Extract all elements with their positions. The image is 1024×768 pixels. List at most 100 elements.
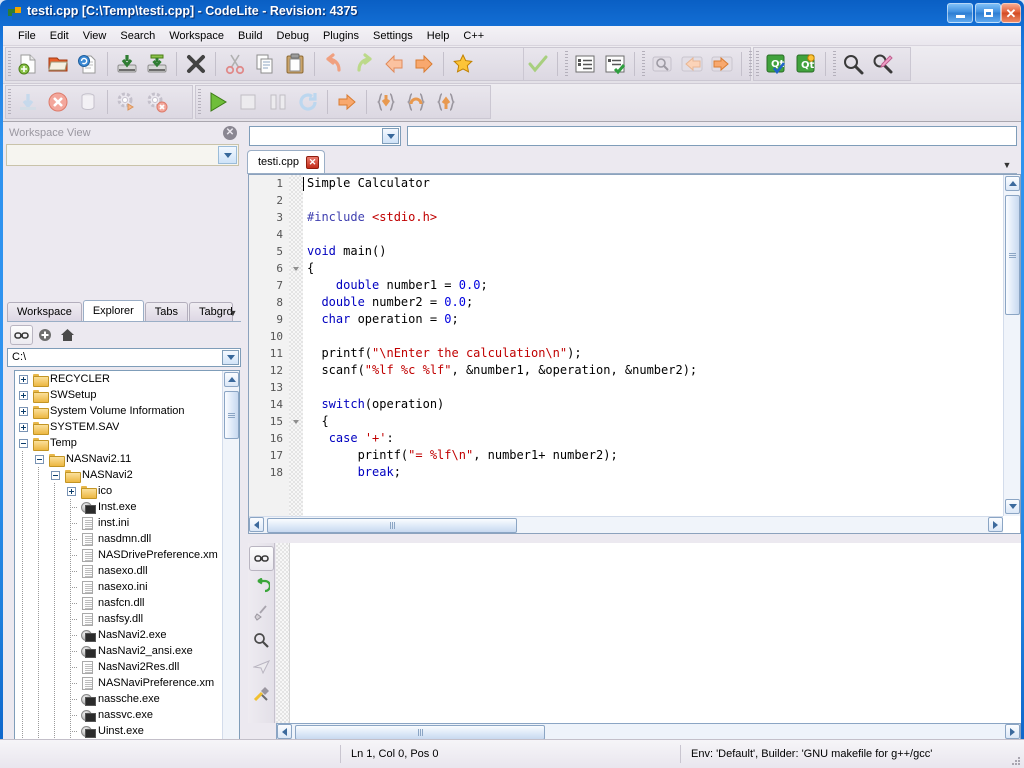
scroll-thumb[interactable] [224,391,239,439]
editor-vertical-scrollbar[interactable] [1003,175,1020,516]
menu-debug[interactable]: Debug [270,28,316,44]
file-tree[interactable]: RECYCLER SWSetup System Volume Information… [14,370,240,768]
run-debug-icon[interactable] [203,86,233,118]
cancel-icon[interactable] [43,86,73,118]
scroll-left-arrow[interactable] [249,517,264,532]
code-line[interactable] [303,379,1003,396]
tree-collapse-icon[interactable] [47,467,63,483]
tree-vertical-scrollbar[interactable] [222,371,239,768]
tree-expand-icon[interactable] [15,403,31,419]
menu-build[interactable]: Build [231,28,269,44]
tree-item[interactable]: SYSTEM.SAV [15,419,223,435]
search-replace-icon[interactable] [868,48,898,80]
scroll-thumb[interactable] [267,518,517,533]
scroll-right-arrow[interactable] [1005,724,1020,739]
restart-debug-icon[interactable] [293,86,323,118]
editor-tab-testi-cpp[interactable]: testi.cpp ✕ [247,150,325,173]
toolbar-gripper[interactable] [195,87,203,117]
tree-item[interactable]: NasNavi2Res.dll [15,659,223,675]
bookmark-star-icon[interactable] [448,48,478,80]
tree-item[interactable]: nassvc.exe [15,707,223,723]
check-icon[interactable] [523,48,553,80]
qt-new-icon[interactable]: Qt [791,48,821,80]
find-next-icon[interactable] [707,48,737,80]
tree-item[interactable]: nasfcn.dll [15,595,223,611]
menu-help[interactable]: Help [420,28,457,44]
path-combo[interactable]: C:\ [7,348,241,367]
scroll-up-arrow[interactable] [224,372,239,387]
editor-horizontal-scrollbar[interactable] [249,516,1003,533]
code-line[interactable]: scanf("%lf %c %lf", &number1, &operation… [303,362,1003,379]
tree-collapse-icon[interactable] [15,435,31,451]
search-magnifier-icon[interactable] [838,48,868,80]
tree-item[interactable]: NASNavi2 [15,467,223,483]
download-icon[interactable] [13,86,43,118]
code-line[interactable]: #include <stdio.h> [303,209,1003,226]
menu-settings[interactable]: Settings [366,28,420,44]
pause-debug-icon[interactable] [263,86,293,118]
next-line-icon[interactable] [332,86,362,118]
workspace-view-close-icon[interactable]: ✕ [223,126,237,140]
tree-item[interactable]: nasdmn.dll [15,531,223,547]
tab-overflow-icon[interactable]: ▼ [225,308,241,318]
tree-item[interactable]: NASNaviPreference.xm [15,675,223,691]
open-file-icon[interactable] [43,48,73,80]
code-line[interactable]: void main() [303,243,1003,260]
stop-debug-icon[interactable] [233,86,263,118]
menu-plugins[interactable]: Plugins [316,28,366,44]
menu-search[interactable]: Search [113,28,162,44]
paper-plane-icon[interactable] [249,654,274,679]
scroll-right-arrow[interactable] [988,517,1003,532]
quick-find-combo[interactable] [249,126,401,146]
link-icon[interactable] [248,546,274,571]
scroll-thumb[interactable] [295,725,545,740]
qt-check-icon[interactable]: Qt [761,48,791,80]
link-editor-icon[interactable] [10,325,33,345]
close-button[interactable]: ✕ [1001,3,1021,23]
tab-workspace[interactable]: Workspace [7,302,82,321]
tab-tabs[interactable]: Tabs [144,302,189,321]
maximize-button[interactable] [975,3,1001,23]
copy-icon[interactable] [250,48,280,80]
tree-item[interactable]: SWSetup [15,387,223,403]
step-into-icon[interactable] [371,86,401,118]
code-line[interactable]: char operation = 0; [303,311,1003,328]
tree-expand-icon[interactable] [15,419,31,435]
build-settings-icon[interactable] [112,86,142,118]
step-out-icon[interactable] [431,86,461,118]
toolbar-gripper[interactable] [753,49,761,79]
menu-edit[interactable]: Edit [43,28,76,44]
hammer-tools-icon[interactable] [249,681,274,706]
tree-expand-icon[interactable] [15,387,31,403]
redo-icon[interactable] [349,48,379,80]
find-icon[interactable] [647,48,677,80]
scroll-down-arrow[interactable] [1005,499,1020,514]
list-icon[interactable] [570,48,600,80]
scroll-left-arrow[interactable] [277,724,292,739]
tree-expand-icon[interactable] [63,483,79,499]
resize-grip[interactable] [1009,754,1021,766]
paste-icon[interactable] [280,48,310,80]
code-line[interactable]: printf("= %lf\n", number1+ number2); [303,447,1003,464]
new-file-icon[interactable] [13,48,43,80]
magnifier-icon[interactable] [249,627,274,652]
tree-item[interactable]: inst.ini [15,515,223,531]
fold-toggle-icon[interactable] [291,260,301,277]
code-line[interactable]: double number1 = 0.0; [303,277,1003,294]
quick-find-input[interactable] [407,126,1017,146]
tree-item[interactable]: NasNavi2_ansi.exe [15,643,223,659]
tree-item[interactable]: System Volume Information [15,403,223,419]
back-icon[interactable] [379,48,409,80]
fold-toggle-icon[interactable] [291,413,301,430]
tab-explorer[interactable]: Explorer [82,300,144,321]
chevron-down-icon[interactable] [382,128,399,144]
tree-item[interactable]: Temp [15,435,223,451]
chevron-down-icon[interactable] [222,350,239,365]
code-line[interactable]: printf("\nEnter the calculation\n"); [303,345,1003,362]
output-horizontal-scrollbar[interactable] [276,723,1021,740]
close-file-icon[interactable] [181,48,211,80]
tree-item[interactable]: Uinst.exe [15,723,223,739]
tree-item[interactable]: RECYCLER [15,371,223,387]
build-stop-icon[interactable] [142,86,172,118]
tree-collapse-icon[interactable] [31,451,47,467]
